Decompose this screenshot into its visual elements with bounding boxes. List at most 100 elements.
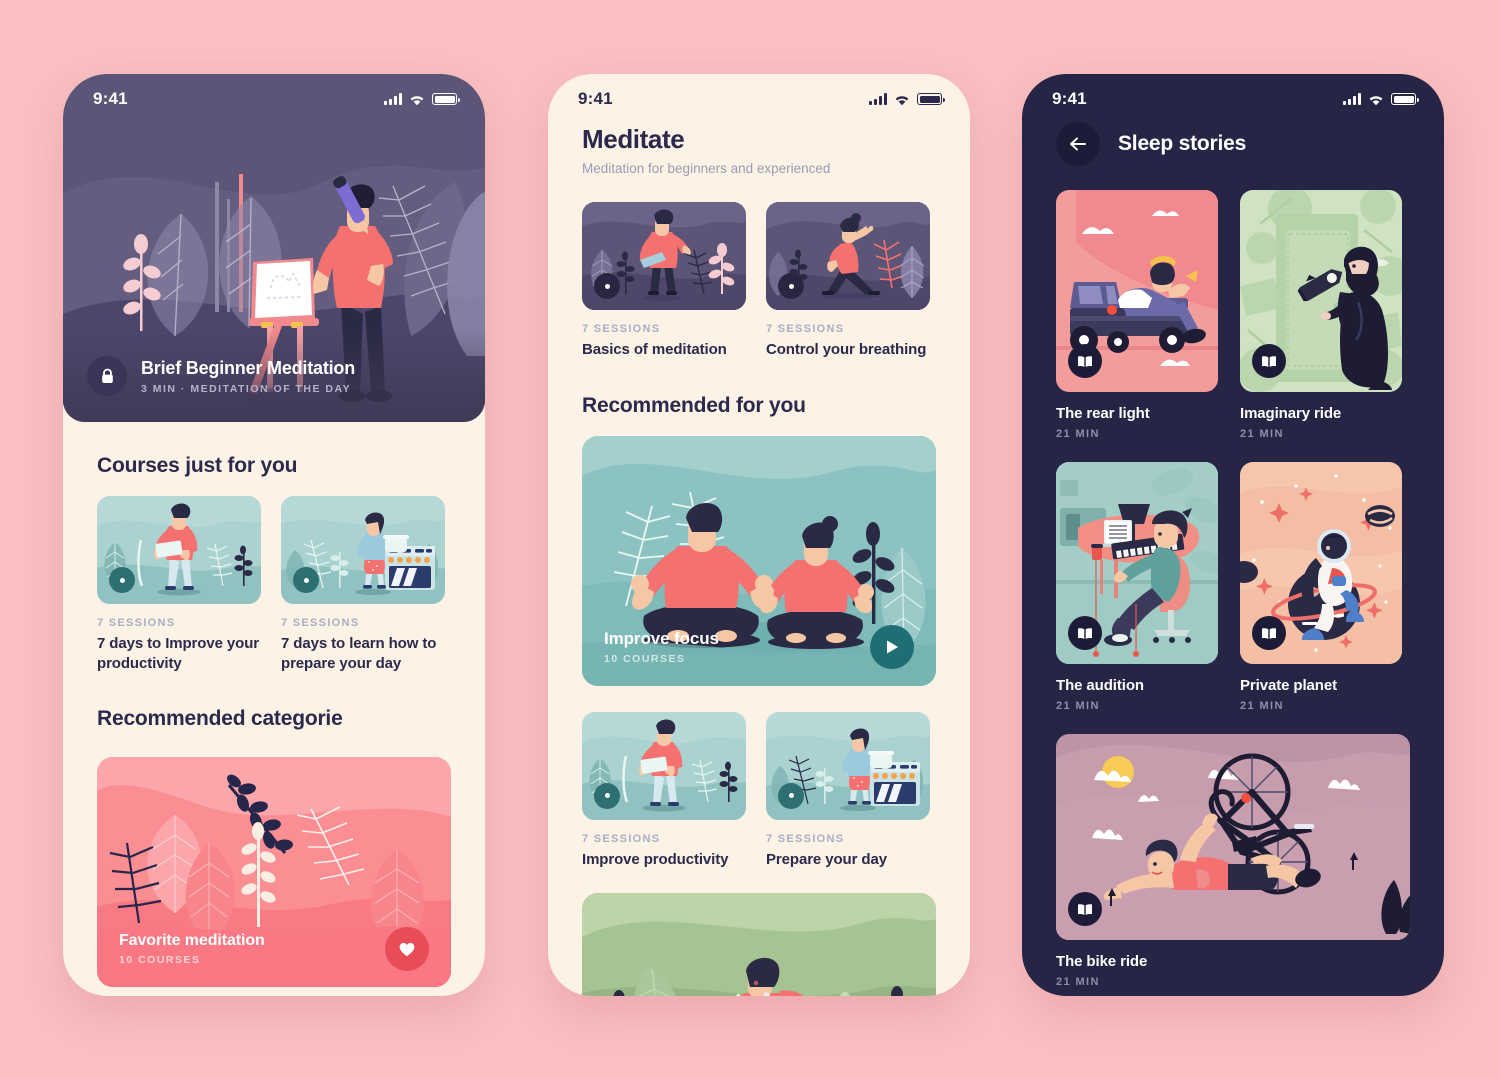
meditation-card[interactable]: 7 SESSIONS Improve productivity	[582, 711, 746, 870]
card-meta: 7 SESSIONS	[766, 832, 845, 845]
lower-cards-grid: 7 SESSIONS Improve productivity 7 SESSIO…	[582, 711, 936, 870]
phone-home-screen: 9:41 Brief Beginner Meditation 3 MIN · M…	[63, 74, 485, 996]
signal-bars-icon	[869, 93, 887, 105]
sleep-stories-content: The rear light 21 MIN Imaginary ride 21 …	[1022, 166, 1444, 988]
story-title: The rear light	[1056, 405, 1150, 422]
sleep-stories-header: Sleep stories	[1022, 118, 1444, 166]
bike-ride-illustration	[1056, 734, 1410, 940]
course-title: 7 days to Improve your productivity	[97, 635, 260, 672]
book-button[interactable]	[1068, 616, 1102, 650]
improve-focus-card[interactable]: Improve focus 10 COURSES	[582, 435, 936, 686]
improve-focus-text: Improve focus 10 COURSES	[604, 629, 719, 665]
story-thumbnail[interactable]	[1056, 734, 1410, 940]
story-card[interactable]: The rear light 21 MIN	[1056, 190, 1218, 440]
improve-focus-meta: 10 COURSES	[604, 652, 686, 665]
story-thumbnail[interactable]	[1240, 462, 1402, 664]
app-showcase: 9:41 Brief Beginner Meditation 3 MIN · M…	[0, 0, 1500, 1079]
phone-meditate-screen: 9:41 Meditate Meditation for beginners a…	[548, 74, 970, 996]
card-title: Improve productivity	[582, 850, 729, 868]
course-thumbnail[interactable]	[97, 496, 261, 604]
course-card[interactable]: 7 SESSIONS 7 days to Improve your produc…	[97, 496, 261, 673]
story-card[interactable]: Imaginary ride 21 MIN	[1240, 190, 1402, 440]
play-button[interactable]	[778, 273, 804, 299]
story-thumbnail[interactable]	[1056, 462, 1218, 664]
status-icons	[384, 93, 460, 106]
status-bar: 9:41	[63, 74, 485, 118]
favorite-card-text: Favorite meditation 10 COURSES	[119, 932, 265, 966]
signal-bars-icon	[384, 93, 402, 105]
book-icon	[1262, 355, 1276, 367]
meditation-card[interactable]: 7 SESSIONS Basics of meditation	[582, 202, 746, 360]
story-title: The bike ride	[1056, 953, 1148, 970]
card-meta: 7 SESSIONS	[766, 323, 845, 335]
book-button[interactable]	[1068, 892, 1102, 926]
back-button[interactable]	[1056, 122, 1100, 166]
card-meta: 7 SESSIONS	[582, 832, 661, 845]
battery-icon	[1391, 93, 1419, 105]
lock-button[interactable]	[87, 356, 127, 396]
page-subtitle: Meditation for beginners and experienced	[582, 161, 831, 176]
book-button[interactable]	[1068, 344, 1102, 378]
play-button[interactable]	[594, 782, 620, 809]
story-thumbnail[interactable]	[1240, 190, 1402, 392]
favorite-card-title: Favorite meditation	[119, 932, 265, 949]
book-icon	[1078, 903, 1092, 915]
hero-card[interactable]: 9:41 Brief Beginner Meditation 3 MIN · M…	[63, 74, 485, 422]
status-icons	[869, 93, 945, 106]
play-button[interactable]	[594, 273, 620, 299]
status-time: 9:41	[1052, 89, 1087, 108]
course-thumbnail[interactable]	[281, 496, 445, 604]
book-icon	[1262, 627, 1276, 639]
favorite-card-meta: 10 COURSES	[119, 954, 201, 966]
play-button[interactable]	[109, 567, 135, 593]
story-duration: 21 MIN	[1240, 428, 1284, 440]
card-title: Basics of meditation	[582, 341, 727, 358]
course-card[interactable]: 7 SESSIONS 7 days to learn how to prepar…	[281, 496, 445, 673]
favorite-meditation-card[interactable]: Favorite meditation 10 COURSES	[97, 757, 451, 987]
story-duration: 21 MIN	[1240, 700, 1284, 712]
recommended-heading: Recommended categorie	[97, 707, 343, 730]
hero-subtitle: 3 MIN · MEDITATION OF THE DAY	[141, 382, 352, 395]
meditation-thumbnail[interactable]	[582, 711, 746, 820]
book-button[interactable]	[1252, 344, 1286, 378]
heart-icon	[399, 942, 415, 957]
meditation-thumbnail[interactable]	[766, 202, 930, 310]
course-meta: 7 SESSIONS	[97, 617, 176, 629]
battery-icon	[917, 93, 945, 105]
story-thumbnail[interactable]	[1056, 190, 1218, 392]
favorite-button[interactable]	[385, 927, 429, 971]
card-meta: 7 SESSIONS	[582, 323, 661, 335]
hero-title: Brief Beginner Meditation	[141, 357, 356, 378]
meditate-content: 7 SESSIONS Basics of meditation 7 SESSIO…	[548, 176, 970, 996]
status-bar: 9:41	[548, 74, 970, 118]
card-title: Control your breathing	[766, 341, 927, 358]
meditate-header: Meditate Meditation for beginners and ex…	[548, 118, 970, 176]
story-title: The audition	[1056, 677, 1144, 694]
meditation-card[interactable]: 7 SESSIONS Prepare your day	[766, 711, 930, 870]
story-duration: 21 MIN	[1056, 700, 1100, 712]
status-time: 9:41	[578, 89, 613, 108]
story-card[interactable]: Private planet 21 MIN	[1240, 462, 1402, 712]
stories-row: The bike ride 21 MIN	[1056, 734, 1410, 988]
meditation-card[interactable]: 7 SESSIONS Control your breathing	[766, 202, 930, 360]
play-button[interactable]	[293, 567, 319, 593]
course-title: 7 days to learn how to prepare your day	[281, 635, 437, 672]
arrow-left-icon	[1070, 137, 1086, 151]
wifi-icon	[894, 93, 910, 106]
card-title: Prepare your day	[766, 850, 887, 868]
story-card[interactable]: The audition 21 MIN	[1056, 462, 1218, 712]
recommended-heading: Recommended for you	[582, 393, 806, 417]
battery-icon	[432, 93, 460, 105]
meditation-thumbnail[interactable]	[582, 202, 746, 310]
book-icon	[1078, 355, 1092, 367]
courses-grid: 7 SESSIONS 7 days to Improve your produc…	[97, 496, 451, 673]
meditation-thumbnail[interactable]	[766, 711, 930, 820]
signal-bars-icon	[1343, 93, 1361, 105]
story-card[interactable]: The bike ride 21 MIN	[1056, 734, 1410, 988]
book-button[interactable]	[1252, 616, 1286, 650]
story-title: Imaginary ride	[1240, 405, 1342, 422]
play-button[interactable]	[778, 782, 804, 809]
partial-card[interactable]	[582, 893, 936, 996]
play-button[interactable]	[870, 624, 914, 669]
stories-row: The audition 21 MIN Private planet 21 MI…	[1056, 462, 1410, 712]
